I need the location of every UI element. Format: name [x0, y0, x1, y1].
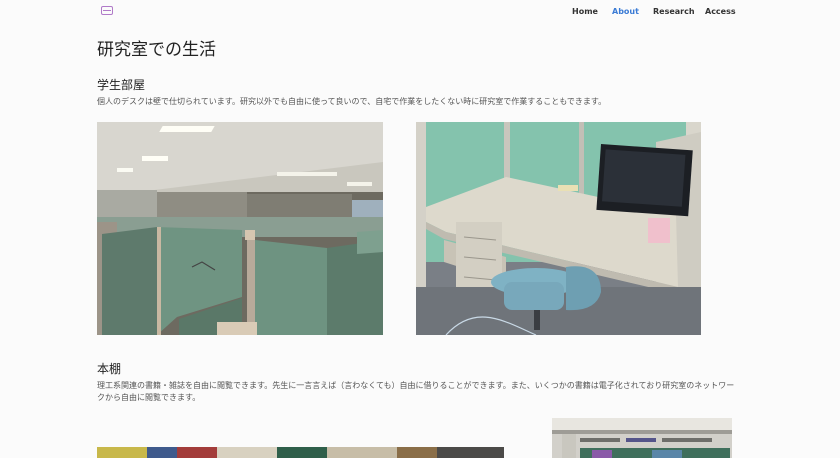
page-title: 研究室での生活	[97, 40, 216, 60]
section-title-bookshelf: 本棚	[97, 362, 122, 376]
lab-logo-icon[interactable]	[101, 6, 113, 15]
nav-home-link[interactable]: Home	[572, 7, 598, 16]
section-text-bookshelf: 理工系関連の書籍・雑誌を自由に閲覧できます。先生に一言言えば（言わなくても）自由…	[97, 381, 735, 402]
nav-research-link[interactable]: Research	[653, 7, 695, 16]
student-room-desk-photo	[416, 122, 701, 335]
section-title-student-room: 学生部屋	[97, 78, 146, 92]
nav-access-link[interactable]: Access	[705, 7, 736, 16]
nav-about-link[interactable]: About	[612, 7, 639, 16]
bookshelf-photo-1	[97, 447, 504, 458]
section-text-student-room: 個人のデスクは壁で仕切られています。研究以外でも自由に使って良いので、自宅で作業…	[97, 97, 607, 106]
student-room-cubicles-photo	[97, 122, 383, 335]
top-navbar: Home About Research Access	[0, 0, 840, 24]
bookshelf-photo-2	[552, 418, 732, 458]
